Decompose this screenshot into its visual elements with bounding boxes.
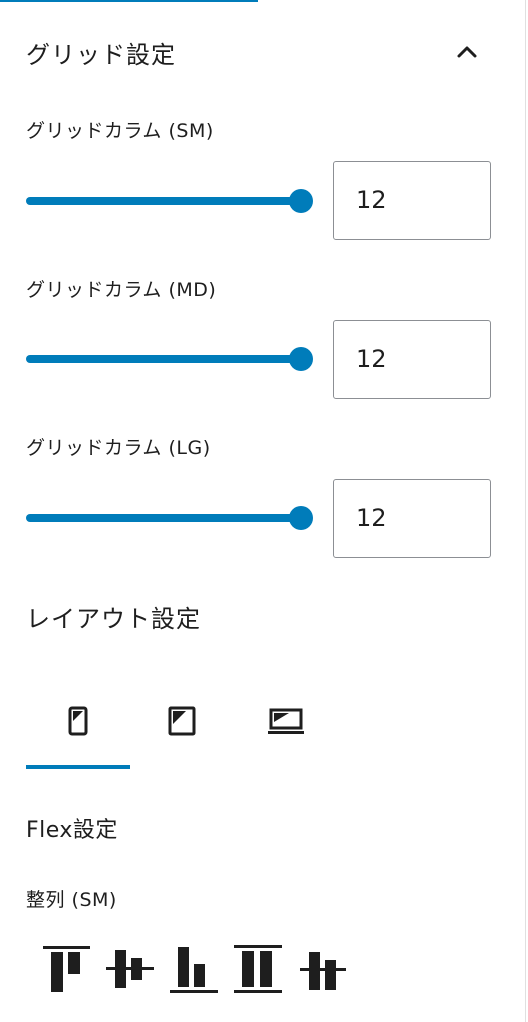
grid-columns-lg-slider-track[interactable] (26, 514, 302, 522)
grid-columns-lg-input[interactable]: 12 (333, 479, 491, 558)
align-sm-label: 整列 (SM) (26, 889, 117, 911)
align-bottom-icon (170, 947, 218, 993)
grid-columns-sm-input[interactable]: 12 (333, 161, 491, 240)
mobile-icon (68, 706, 88, 736)
grid-settings-header[interactable]: グリッド設定 (0, 18, 525, 82)
align-center-icon (106, 950, 154, 988)
grid-columns-lg-slider-thumb[interactable] (289, 506, 313, 530)
layout-settings-title: レイアウト設定 (26, 605, 201, 633)
grid-columns-lg-label: グリッドカラム (LG) (26, 437, 211, 459)
device-tab-mobile[interactable] (26, 690, 130, 766)
align-center-button[interactable] (102, 940, 158, 998)
active-tab-indicator (0, 0, 258, 2)
grid-columns-md-label: グリッドカラム (MD) (26, 279, 217, 301)
tablet-icon (168, 706, 196, 736)
settings-panel: グリッド設定 グリッドカラム (SM) 12 グリッドカラム (MD) 12 グ… (0, 0, 526, 1022)
align-top-button[interactable] (40, 940, 96, 998)
grid-settings-title: グリッド設定 (26, 41, 176, 69)
baseline-icon (300, 952, 346, 990)
grid-columns-md-slider-thumb[interactable] (289, 347, 313, 371)
grid-columns-md-input[interactable]: 12 (333, 320, 491, 399)
align-top-icon (43, 946, 90, 992)
grid-columns-sm-slider-thumb[interactable] (289, 189, 313, 213)
baseline-button[interactable] (296, 940, 352, 998)
laptop-icon (268, 708, 304, 734)
grid-columns-sm-slider-track[interactable] (26, 197, 302, 205)
align-bottom-button[interactable] (168, 940, 224, 998)
stretch-icon (234, 945, 282, 993)
stretch-button[interactable] (232, 940, 288, 998)
chevron-up-icon[interactable] (453, 38, 481, 66)
grid-columns-sm-label: グリッドカラム (SM) (26, 120, 214, 142)
device-tab-desktop[interactable] (234, 690, 338, 766)
device-tab-tablet[interactable] (130, 690, 234, 766)
grid-columns-md-slider-track[interactable] (26, 355, 302, 363)
flex-settings-title: Flex設定 (26, 818, 118, 843)
device-tab-selected-indicator (26, 765, 130, 769)
